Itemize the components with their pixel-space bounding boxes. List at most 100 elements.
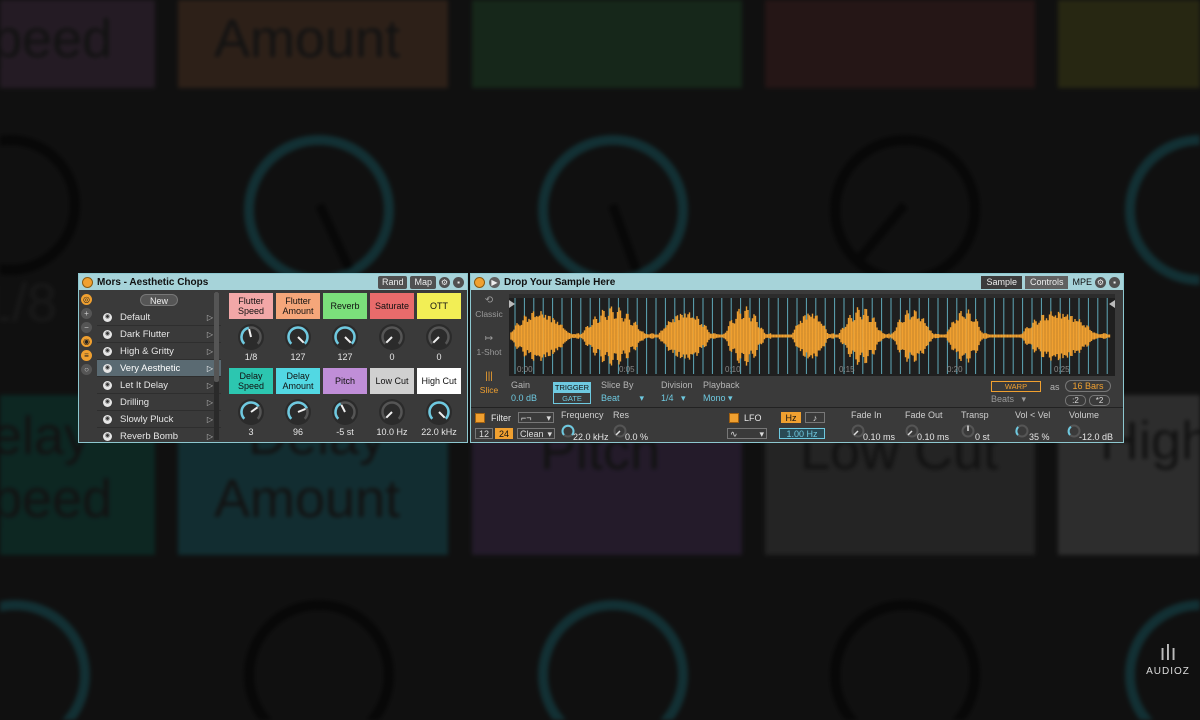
preset-item[interactable]: ◉ Reverb Bomb ▷ xyxy=(97,428,221,442)
macro-knob[interactable] xyxy=(332,399,358,425)
play-icon[interactable]: ▷ xyxy=(207,432,213,441)
knob-dial[interactable] xyxy=(379,399,405,425)
knob-dial[interactable] xyxy=(332,324,358,350)
transp-knob[interactable] xyxy=(961,424,975,438)
power-icon[interactable] xyxy=(474,276,485,288)
warp-mode-dropdown[interactable]: Beats ▾ xyxy=(991,394,1026,405)
filter-type-dropdown[interactable]: ⌐¬ ▾ xyxy=(518,412,554,423)
macro-control[interactable]: Delay Amount 96 xyxy=(276,368,320,438)
play-icon[interactable]: ▷ xyxy=(207,415,213,424)
remove-icon[interactable]: − xyxy=(81,322,92,333)
preset-item-selected[interactable]: ◉ Very Aesthetic ▷ xyxy=(97,360,221,377)
play-icon[interactable]: ▷ xyxy=(207,364,213,373)
play-icon[interactable]: ▷ xyxy=(207,330,213,339)
list-icon[interactable]: ≡ xyxy=(81,350,92,361)
macro-control[interactable]: High Cut 22.0 kHz xyxy=(417,368,461,438)
knob-dial[interactable] xyxy=(238,399,264,425)
map-button[interactable]: Map xyxy=(410,275,436,289)
macro-control[interactable]: Saturate 0 xyxy=(370,293,414,363)
lfo-rate-field[interactable]: 1.00 Hz xyxy=(779,428,825,439)
vol-vel-knob[interactable] xyxy=(1015,424,1029,438)
knob-dial[interactable] xyxy=(238,324,264,350)
play-icon[interactable]: ▶ xyxy=(489,276,500,288)
dropdown-arrow-icon: ▾ xyxy=(546,413,551,423)
preset-item[interactable]: ◉ Slowly Pluck ▷ xyxy=(97,411,221,428)
filter-slope-24[interactable]: 24 xyxy=(495,428,513,439)
filter-slope-12[interactable]: 12 xyxy=(475,428,493,439)
macro-knob[interactable] xyxy=(426,399,452,425)
tab-controls[interactable]: Controls xyxy=(1024,275,1069,289)
macro-control[interactable]: Pitch -5 st xyxy=(323,368,367,438)
scrollbar-thumb[interactable] xyxy=(214,292,219,382)
macro-knob[interactable] xyxy=(285,324,311,350)
gain-control[interactable]: Gain 0.0 dB xyxy=(511,380,537,403)
knob-dial[interactable] xyxy=(332,399,358,425)
tab-sample[interactable]: Sample xyxy=(981,275,1022,289)
macro-control[interactable]: Delay Speed 3 xyxy=(229,368,273,438)
half-length-button[interactable]: :2 xyxy=(1065,395,1086,406)
macro-knob[interactable] xyxy=(238,399,264,425)
macro-control[interactable]: Flutter Speed 1/8 xyxy=(229,293,273,363)
trigger-gate-toggle[interactable]: TRIGGER GATE xyxy=(553,382,591,404)
save-icon[interactable]: ▪ xyxy=(453,276,464,288)
macro-control[interactable]: OTT 0 xyxy=(417,293,461,363)
preset-item[interactable]: ◉ High & Gritty ▷ xyxy=(97,343,221,360)
mode-classic[interactable]: ⟲ Classic xyxy=(471,290,507,328)
macro-knob[interactable] xyxy=(285,399,311,425)
lfo-hz-button[interactable]: Hz xyxy=(781,412,801,423)
knob-dial[interactable] xyxy=(285,324,311,350)
mode-slice[interactable]: ||| Slice xyxy=(471,366,507,404)
settings-icon[interactable]: ⚙ xyxy=(439,276,450,288)
camera-icon[interactable]: ◉ xyxy=(81,336,92,347)
settings-icon[interactable]: ⚙ xyxy=(1095,276,1106,288)
lfo-toggle[interactable] xyxy=(729,413,739,423)
mode-one-shot[interactable]: ↦ 1-Shot xyxy=(471,328,507,366)
preset-item[interactable]: ◉ Default ▷ xyxy=(97,309,221,326)
preset-item[interactable]: ◉ Dark Flutter ▷ xyxy=(97,326,221,343)
knob-dial[interactable] xyxy=(426,324,452,350)
lfo-sync-button[interactable]: ♪ xyxy=(805,412,825,423)
macro-knob[interactable] xyxy=(426,324,452,350)
preset-item[interactable]: ◉ Drilling ▷ xyxy=(97,394,221,411)
lfo-shape-dropdown[interactable]: ∿ ▾ xyxy=(727,428,767,439)
macro-knob[interactable] xyxy=(379,324,405,350)
end-marker-icon[interactable] xyxy=(1109,300,1115,308)
preset-scrollbar[interactable] xyxy=(214,292,219,440)
knob-dial[interactable] xyxy=(426,399,452,425)
play-icon[interactable]: ▷ xyxy=(207,313,213,322)
slice-by-control[interactable]: Slice By Beat ▾ xyxy=(601,380,644,404)
double-length-button[interactable]: *2 xyxy=(1089,395,1110,406)
frequency-value: 22.0 kHz xyxy=(573,432,609,442)
macro-control[interactable]: Low Cut 10.0 Hz xyxy=(370,368,414,438)
waveform[interactable]: 0:00 0:05 0:10 0:15 0:20 0:25 xyxy=(509,294,1115,376)
macro-value: 0 xyxy=(436,352,442,362)
filter-toggle[interactable] xyxy=(475,413,485,423)
waveform-display[interactable]: 0:00 0:05 0:10 0:15 0:20 0:25 xyxy=(509,294,1115,376)
knob-dial[interactable] xyxy=(285,399,311,425)
play-icon[interactable]: ▷ xyxy=(207,398,213,407)
mpe-label[interactable]: MPE xyxy=(1072,277,1092,287)
rand-button[interactable]: Rand xyxy=(377,275,408,289)
preset-item[interactable]: ◉ Let It Delay ▷ xyxy=(97,377,221,394)
bars-length-field[interactable]: 16 Bars xyxy=(1065,380,1111,392)
transp-label: Transp xyxy=(961,410,989,420)
warp-button[interactable]: WARP xyxy=(991,381,1041,392)
macro-control[interactable]: Reverb 127 xyxy=(323,293,367,363)
macro-control[interactable]: Flutter Amount 127 xyxy=(276,293,320,363)
save-icon[interactable]: ▪ xyxy=(1109,276,1120,288)
division-control[interactable]: Division 1/4 ▾ xyxy=(661,380,693,404)
start-marker-icon[interactable] xyxy=(509,300,515,308)
macro-knob[interactable] xyxy=(238,324,264,350)
new-preset-button[interactable]: New xyxy=(140,294,178,306)
add-icon[interactable]: + xyxy=(81,308,92,319)
filter-circuit-dropdown[interactable]: Clean ▾ xyxy=(517,428,555,439)
macro-knob[interactable] xyxy=(379,399,405,425)
knob-dial[interactable] xyxy=(379,324,405,350)
macro-icon[interactable]: ◎ xyxy=(81,294,92,305)
play-icon[interactable]: ▷ xyxy=(207,381,213,390)
chain-icon[interactable]: ○ xyxy=(81,364,92,375)
power-icon[interactable] xyxy=(82,276,93,288)
macro-knob[interactable] xyxy=(332,324,358,350)
playback-control[interactable]: Playback Mono ▾ xyxy=(703,380,740,404)
play-icon[interactable]: ▷ xyxy=(207,347,213,356)
